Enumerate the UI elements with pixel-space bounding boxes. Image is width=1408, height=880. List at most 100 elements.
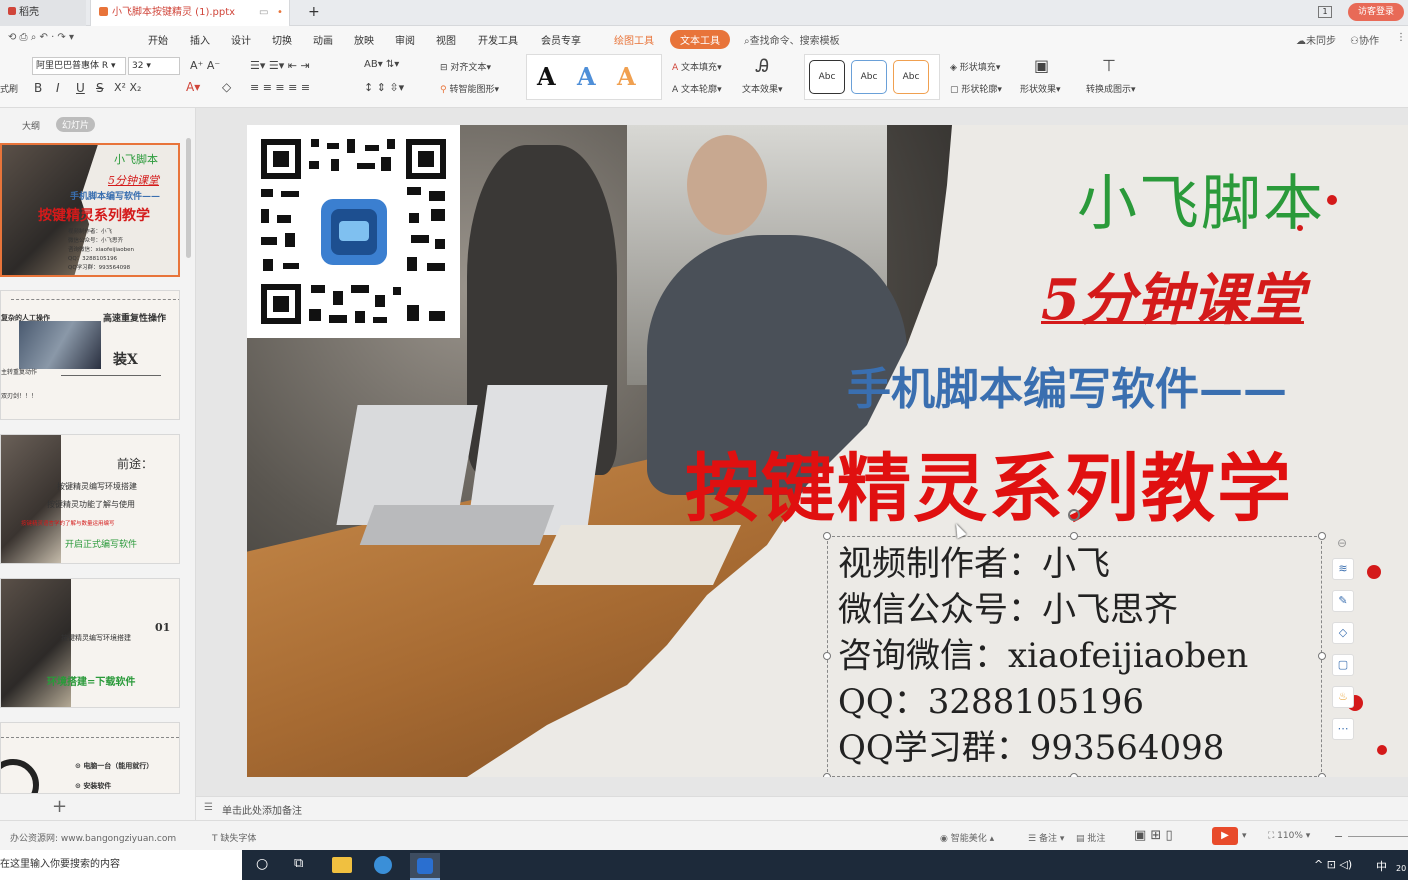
text-style-blue[interactable]: A <box>577 62 596 91</box>
superscript-icon[interactable]: X² X₂ <box>114 81 141 94</box>
more-options-icon[interactable]: ⋯ <box>1332 718 1354 740</box>
shape-outline-button[interactable]: ▢ 形状轮廓▾ <box>950 82 1002 95</box>
layers-icon[interactable]: ≋ <box>1332 558 1354 580</box>
shape-style-3[interactable]: Abc <box>893 60 929 94</box>
cortana-icon[interactable]: ○ <box>256 856 268 872</box>
shape-fill-button[interactable]: ◈ 形状填充▾ <box>950 60 1000 73</box>
new-tab-button[interactable]: + <box>300 0 320 26</box>
missing-font-button[interactable]: T 缺失字体 <box>212 831 256 844</box>
resize-handle-nw[interactable] <box>823 532 831 540</box>
window-icon[interactable]: ▭ <box>259 0 268 26</box>
menu-design[interactable]: 设计 <box>231 32 251 47</box>
collapse-toolbar-icon[interactable]: ⊖ <box>1337 536 1347 550</box>
text-fill-button[interactable]: A 文本填充▾ <box>672 60 722 73</box>
menu-developer[interactable]: 开发工具 <box>478 32 518 47</box>
text-direction-icon[interactable]: AB▾ ⇅▾ <box>364 59 399 70</box>
clear-format-icon[interactable]: ◇ <box>222 80 231 94</box>
line-spacing-icon[interactable]: ↕ ⇕ ⇳▾ <box>364 81 404 94</box>
font-color-icon[interactable]: A▾ <box>186 80 200 94</box>
more-icon[interactable]: ⋮ <box>1396 32 1406 43</box>
add-slide-button[interactable]: + <box>52 796 67 817</box>
view-mode-icons[interactable]: ▣ ⊞ ▯ <box>1134 828 1173 843</box>
resize-handle-e[interactable] <box>1318 652 1326 660</box>
bullets-icon[interactable]: ☰▾ ☰▾ ⇤ ⇥ <box>250 59 310 72</box>
zoom-slider[interactable] <box>1348 836 1408 837</box>
text-style-black[interactable]: A <box>537 62 556 91</box>
menu-insert[interactable]: 插入 <box>190 32 210 47</box>
menu-member[interactable]: 会员专享 <box>541 32 581 47</box>
menu-slideshow[interactable]: 放映 <box>354 32 374 47</box>
taskbar-search[interactable]: 在这里输入你要搜索的内容 <box>0 850 242 880</box>
slide-thumbnail-4[interactable]: 01 按键精灵编写环境搭建 环境搭建=下载软件 <box>0 578 180 708</box>
resize-handle-w[interactable] <box>823 652 831 660</box>
resize-handle-n[interactable] <box>1070 532 1078 540</box>
menu-home[interactable]: 开始 <box>148 32 168 47</box>
convert-figure-button[interactable]: 转换成图示▾ <box>1086 82 1136 95</box>
ime-indicator[interactable]: 中 <box>1376 858 1387 874</box>
outline-tab[interactable]: 大纲 <box>22 119 40 132</box>
zoom-out-icon[interactable]: − <box>1334 830 1343 843</box>
shape-style-gallery[interactable]: Abc Abc Abc <box>804 54 940 100</box>
menu-drawing-tools[interactable]: 绘图工具 <box>614 32 654 47</box>
text-style-orange[interactable]: A <box>617 62 636 91</box>
slide-thumbnail-2[interactable]: 复杂的人工操作 高速重复性操作 装X 主转重复动作 双刃剑！！！ <box>0 290 180 420</box>
underline-icon[interactable]: U <box>76 81 85 95</box>
font-size-select[interactable]: 32 ▾ <box>128 57 180 75</box>
text-outline-button[interactable]: A 文本轮廓▾ <box>672 82 722 95</box>
menu-view[interactable]: 视图 <box>436 32 456 47</box>
smart-beautify-button[interactable]: ◉ 智能美化 ▴ <box>940 831 994 844</box>
resize-handle-ne[interactable] <box>1318 532 1326 540</box>
pen-icon[interactable]: ✎ <box>1332 590 1354 612</box>
sync-status[interactable]: ☁未同步 <box>1296 32 1336 47</box>
text-style-gallery[interactable]: A A A <box>526 54 662 100</box>
shape-effect-button[interactable]: 形状效果▾ <box>1020 82 1061 95</box>
bold-icon[interactable]: B <box>34 81 42 95</box>
thumbnail-scrollbar[interactable] <box>186 138 191 258</box>
slide[interactable]: 小飞脚本 5分钟课堂 手机脚本编写软件—— 按键精灵系列教学 视频制作者：小飞 … <box>247 125 1408 777</box>
info-textbox[interactable]: 视频制作者：小飞 微信公众号：小飞思齐 咨询微信：xiaofeijiaoben … <box>827 536 1322 777</box>
tab-document[interactable]: 小飞脚本按键精灵 (1).pptx ▭ • <box>90 0 290 26</box>
smartart-button[interactable]: ⚲ 转智能图形▾ <box>440 82 499 95</box>
align-text-button[interactable]: ⊟ 对齐文本▾ <box>440 60 491 73</box>
strike-icon[interactable]: S <box>96 81 104 95</box>
slide-thumbnail-1[interactable]: 小飞脚本 5分钟课堂 手机脚本编写软件—— 按键精灵系列教学 视频制作者：小飞 … <box>0 143 180 277</box>
command-search[interactable]: ⌕查找命令、搜索模板 <box>744 32 840 47</box>
shape-style-2[interactable]: Abc <box>851 60 887 94</box>
play-dropdown-icon[interactable]: ▾ <box>1242 831 1247 841</box>
text-effect-button[interactable]: 文本效果▾ <box>742 82 783 95</box>
format-painter[interactable]: 式刷 <box>0 82 18 95</box>
slide-thumbnail-3[interactable]: 前途： 按键精灵编写环境搭建 按键精灵功能了解与使用 按键精灵语言学的了解与数量… <box>0 434 180 564</box>
play-slideshow-icon[interactable]: ▶ <box>1212 827 1238 845</box>
align-icons[interactable]: ≡ ≡ ≡ ≡ ≡ <box>250 81 310 94</box>
notes-bar[interactable]: ☰ 单击此处添加备注 <box>196 796 1408 820</box>
login-button[interactable]: 访客登录 <box>1348 3 1404 21</box>
menu-transition[interactable]: 切换 <box>272 32 292 47</box>
clock-fragment[interactable]: 20 <box>1396 864 1406 873</box>
menu-animation[interactable]: 动画 <box>313 32 333 47</box>
slides-tab[interactable]: 幻灯片 <box>56 117 96 132</box>
slide-thumbnail-5[interactable]: ⊙ 电脑一台（能用就行） ⊙ 安装软件 <box>0 722 180 794</box>
resize-handle-sw[interactable] <box>823 773 831 777</box>
wps-taskbar-button[interactable] <box>410 853 440 880</box>
frame-icon[interactable]: ▢ <box>1332 654 1354 676</box>
shape-style-1[interactable]: Abc <box>809 60 845 94</box>
italic-icon[interactable]: I <box>56 81 60 95</box>
notes-placeholder[interactable]: 单击此处添加备注 <box>222 802 302 817</box>
tab-home[interactable]: 稻壳 <box>0 0 86 26</box>
file-explorer-icon[interactable] <box>332 857 352 873</box>
browser-icon[interactable] <box>374 856 392 874</box>
zoom-control[interactable]: ⛶ 110% ▾ <box>1268 831 1310 841</box>
rotate-handle[interactable] <box>1068 509 1080 521</box>
lightbulb-icon[interactable]: ♨ <box>1332 686 1354 708</box>
task-view-icon[interactable]: ⧉ <box>294 856 303 871</box>
collab-button[interactable]: ⚇协作 <box>1350 32 1379 47</box>
tray-icons[interactable]: ^ ⊡ ◁) <box>1314 858 1352 871</box>
menu-text-tools[interactable]: 文本工具 <box>670 30 730 49</box>
notes-toggle[interactable]: ☰ 备注 ▾ <box>1028 831 1064 844</box>
resize-handle-s[interactable] <box>1070 773 1078 777</box>
undo-icon[interactable]: ⟲ ⎙ ⌕ ↶ · ↷ ▾ <box>8 32 74 43</box>
comments-toggle[interactable]: ▤ 批注 <box>1076 831 1105 844</box>
fill-icon[interactable]: ◇ <box>1332 622 1354 644</box>
resize-handle-se[interactable] <box>1318 773 1326 777</box>
grow-font-icon[interactable]: A⁺ A⁻ <box>190 59 220 72</box>
